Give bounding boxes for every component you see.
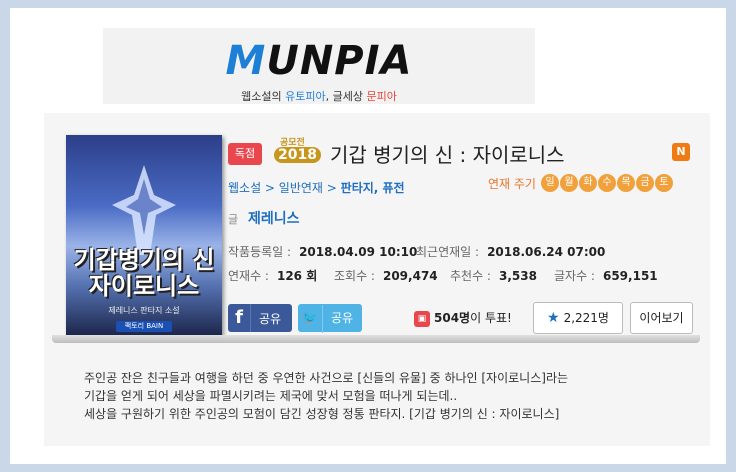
munpia-logo[interactable]: MUNPIA 웹소설의 유토피아, 글세상 문피아 [103,28,535,104]
logo-rest: UNPIA [266,38,413,84]
shelf-divider [52,335,700,343]
twitter-bird-icon: 🐦 [298,305,323,333]
description-line-3: 세상을 구원하기 위한 주인공의 모험이 담긴 성장형 정통 판타지. [기갑 … [84,407,560,421]
latest-date: 최근연재일 : 2018.06.24 07:00 [416,243,605,260]
vote-suffix: 이 투표! [470,311,512,325]
cover-title-line1: 기갑병기의 신 [73,246,215,274]
genre-path[interactable]: 웹소설 > 일반연재 > [228,181,341,195]
chars-label: 글자수 : [554,269,595,283]
description-line-1: 주인공 잔은 친구들과 여행을 하던 중 우연한 사건으로 [신들의 유물] 중… [84,371,569,385]
day-fri: 금 [635,174,654,192]
ballot-box-icon: ▣ [414,310,430,327]
book-cover[interactable]: 기갑병기의 신 자이로니스 제레니스 판타지 소설 팩토리 BAIN [66,135,222,337]
episodes-stat: 연재수 : 126 회 [228,267,317,284]
star-icon: ★ [547,310,560,326]
cover-subtitle: 제레니스 판타지 소설 [108,306,180,315]
registered-date: 작품등록일 : 2018.04.09 10:10 [228,243,417,260]
logo-sub-hl2: 문피아 [366,90,397,103]
logo-m: M [225,38,267,84]
page-frame: MUNPIA 웹소설의 유토피아, 글세상 문피아 기갑병기의 신 자이로니스 … [10,8,726,464]
facebook-icon: f [228,304,251,332]
twitter-share-button[interactable]: 🐦 공유 [298,304,362,333]
day-thu: 목 [616,174,635,192]
description-line-2: 기갑을 얻게 되어 세상을 파멸시키려는 제국에 맞서 모험을 떠나게 되는데.… [84,389,458,403]
favorite-button[interactable]: ★ 2,221명 [533,302,623,334]
recommend-value: 3,538 [498,269,537,283]
views-stat: 조회수 : 209,474 [334,267,438,284]
novel-info-panel: 기갑병기의 신 자이로니스 제레니스 판타지 소설 팩토리 BAIN 독점 공모… [44,113,710,446]
vote-number: 504명 [434,311,471,325]
contest-2018-badge: 공모전 2018 [272,135,326,169]
registered-label: 작품등록일 : [228,245,292,259]
favorite-count: 2,221명 [563,311,609,325]
cover-title: 기갑병기의 신 자이로니스 [70,247,218,299]
registered-value: 2018.04.09 10:10 [299,245,418,259]
chars-value: 659,151 [602,269,658,283]
views-value: 209,474 [382,269,438,283]
exclusive-badge: 독점 [228,143,262,165]
logo-sub-mid: , 글세상 [325,90,367,103]
author-name[interactable]: 제레니스 [248,208,300,228]
day-mon: 월 [559,174,578,192]
cover-title-line2: 자이로니스 [88,272,200,300]
vote-count[interactable]: ▣ 504명이 투표! [414,309,512,327]
logo-sub-hl1: 유토피아 [285,90,326,103]
day-sat: 토 [654,174,673,192]
episodes-label: 연재수 : [228,269,269,283]
day-tue: 화 [578,174,597,192]
cover-publisher-badge: 팩토리 BAIN [116,321,172,332]
recommend-label: 추천수 : [450,269,491,283]
latest-label: 최근연재일 : [416,245,480,259]
continue-reading-button[interactable]: 이어보기 [630,302,693,334]
genre-tags[interactable]: 판타지, 퓨전 [341,181,405,195]
serial-label: 연재 주기 [488,176,536,191]
latest-value: 2018.06.24 07:00 [487,245,606,259]
facebook-share-button[interactable]: f 공유 [228,304,292,332]
facebook-share-label: 공유 [259,312,282,326]
logo-sub-prefix: 웹소설의 [241,90,286,103]
serial-schedule: 연재 주기 일 월 화 수 목 금 토 [488,174,673,192]
recommend-stat: 추천수 : 3,538 [450,267,537,284]
author-prefix: 글 [228,213,239,226]
chars-stat: 글자수 : 659,151 [554,267,658,284]
day-sun: 일 [540,174,559,192]
genre-breadcrumb: 웹소설 > 일반연재 > 판타지, 퓨전 [228,179,405,196]
logo-wordmark: MUNPIA [103,38,535,84]
novel-title: 기갑 병기의 신 : 자이로니스 [330,143,565,167]
twitter-share-label: 공유 [331,311,354,325]
day-wed: 수 [597,174,616,192]
mech-illustration [112,165,176,255]
new-badge: N [672,143,690,161]
logo-subtitle: 웹소설의 유토피아, 글세상 문피아 [103,88,535,104]
contest-year: 2018 [274,147,321,163]
episodes-value: 126 회 [276,269,318,283]
novel-description: 주인공 잔은 친구들과 여행을 하던 중 우연한 사건으로 [신들의 유물] 중… [84,369,684,423]
views-label: 조회수 : [334,269,375,283]
